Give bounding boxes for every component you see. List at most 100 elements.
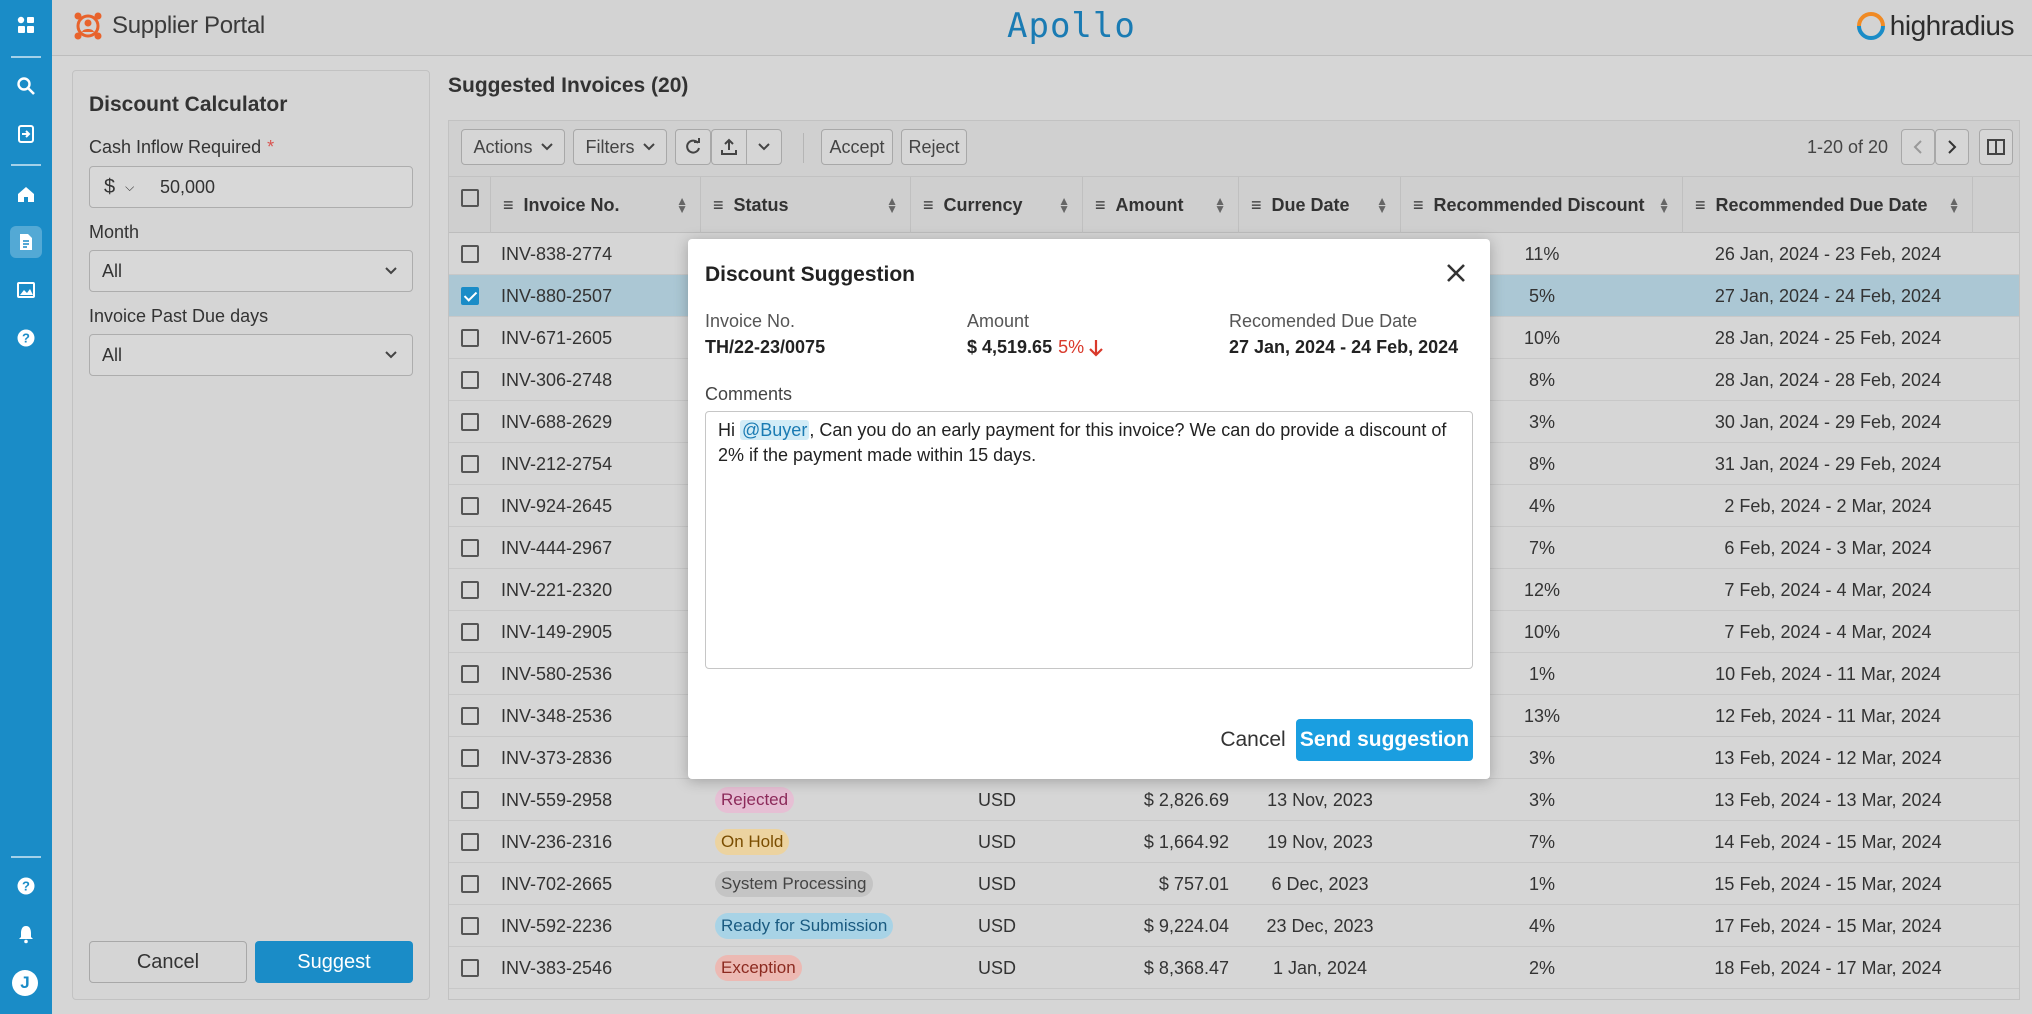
reject-button[interactable]: Reject [901, 129, 967, 165]
select-all-cell [449, 177, 491, 233]
row-checkbox[interactable] [461, 791, 479, 809]
due-date-cell: 1 Jan, 2024 [1239, 947, 1401, 989]
refresh-button[interactable] [675, 129, 711, 165]
dialog-cancel-button[interactable]: Cancel [1208, 719, 1298, 761]
search-icon[interactable] [10, 70, 42, 102]
row-checkbox[interactable] [461, 917, 479, 935]
next-page-button[interactable] [1935, 129, 1969, 165]
highradius-logo: highradius [1856, 10, 2015, 42]
recommended-discount-cell: 1% [1401, 863, 1683, 905]
row-checkbox[interactable] [461, 875, 479, 893]
cash-inflow-input[interactable]: $ ⌵ 50,000 [89, 166, 413, 208]
row-checkbox[interactable] [461, 539, 479, 557]
comments-textarea[interactable]: Hi @Buyer, Can you do an early payment f… [705, 411, 1473, 669]
suggest-button[interactable]: Suggest [255, 941, 413, 983]
help-circle-icon[interactable]: ? [10, 870, 42, 902]
past-due-select[interactable]: All [89, 334, 413, 376]
row-checkbox[interactable] [461, 455, 479, 473]
currency-select[interactable]: $ ⌵ [90, 176, 150, 199]
row-checkbox[interactable] [461, 833, 479, 851]
row-checkbox[interactable] [461, 371, 479, 389]
row-checkbox[interactable] [461, 287, 479, 305]
highradius-logo-icon [1856, 12, 1885, 40]
send-suggestion-button[interactable]: Send suggestion [1296, 719, 1473, 761]
accept-button[interactable]: Accept [821, 129, 893, 165]
invoice-no-cell-text: INV-924-2645 [501, 495, 613, 516]
sort-icon[interactable]: ▲ ▼ [1058, 195, 1070, 215]
table-row[interactable]: INV-559-2958 Rejected USD $ 2,826.69 13 Nov,… [449, 779, 2019, 821]
login-icon[interactable] [10, 118, 42, 150]
document-icon[interactable] [10, 226, 42, 258]
row-checkbox[interactable] [461, 413, 479, 431]
user-avatar[interactable]: J [12, 970, 38, 996]
recommended-due-date-cell-text: 17 Feb, 2024 - 15 Mar, 2024 [1714, 915, 1942, 936]
column-currency[interactable]: ≡ Currency ▲ ▼ [911, 177, 1083, 233]
portal-brand[interactable]: Supplier Portal [72, 10, 265, 42]
sort-icon[interactable]: ▲ ▼ [1376, 195, 1388, 215]
sort-icon[interactable]: ▲ ▼ [886, 195, 898, 215]
recommended-discount-cell-text: 12% [1523, 579, 1561, 600]
invoice-no-cell-text: INV-236-2316 [501, 831, 613, 852]
recommended-due-date-cell: 15 Feb, 2024 - 15 Mar, 2024 [1683, 863, 1973, 905]
invoice-no-cell-text: INV-306-2748 [501, 369, 613, 390]
buyer-mention[interactable]: @Buyer [740, 420, 810, 440]
column-recommended-due-date[interactable]: ≡ Recommended Due Date ▲ ▼ [1683, 177, 1973, 233]
svg-text:?: ? [22, 879, 30, 894]
prev-page-button[interactable] [1901, 129, 1935, 165]
row-checkbox[interactable] [461, 497, 479, 515]
column-recommended-discount[interactable]: ≡ Recommended Discount ▲ ▼ [1401, 177, 1683, 233]
filters-dropdown[interactable]: Filters [573, 129, 667, 165]
column-due-date[interactable]: ≡ Due Date ▲ ▼ [1239, 177, 1401, 233]
export-button[interactable] [711, 129, 747, 165]
sort-icon[interactable]: ▲ ▼ [1214, 195, 1226, 215]
home-icon[interactable] [10, 178, 42, 210]
table-row[interactable]: INV-592-2236 Ready for Submission USD $ 9,2… [449, 905, 2019, 947]
recommended-due-date-cell-text: 14 Feb, 2024 - 15 Mar, 2024 [1714, 831, 1942, 852]
recommended-due-date-cell: 28 Jan, 2024 - 25 Feb, 2024 [1683, 317, 1973, 359]
table-toolbar: Actions Filters Accept Reject 1-20 of 20 [448, 120, 2020, 176]
export-menu-button[interactable] [746, 129, 782, 165]
rail-divider [11, 56, 41, 58]
recommended-discount-cell: 7% [1401, 821, 1683, 863]
currency-cell: USD [911, 821, 1083, 863]
actions-dropdown[interactable]: Actions [461, 129, 565, 165]
columns-toggle-button[interactable] [1979, 129, 2013, 165]
calculator-cancel-button[interactable]: Cancel [89, 941, 247, 983]
close-icon[interactable] [1444, 261, 1468, 285]
currency-cell: USD [911, 779, 1083, 821]
row-checkbox[interactable] [461, 329, 479, 347]
help-icon[interactable]: ? [10, 322, 42, 354]
row-checkbox[interactable] [461, 707, 479, 725]
table-row[interactable]: INV-383-2546 Exception USD $ 8,368.47 1 Jan,… [449, 947, 2019, 989]
amount-value: $ 4,519.65 [967, 337, 1053, 357]
status-cell: Rejected [701, 779, 911, 821]
month-select[interactable]: All [89, 250, 413, 292]
row-checkbox[interactable] [461, 959, 479, 977]
table-row[interactable]: INV-702-2665 System Processing USD $ 757.01… [449, 863, 2019, 905]
recommended-due-date-cell-text: 28 Jan, 2024 - 28 Feb, 2024 [1714, 369, 1942, 390]
arrow-down-icon [1089, 339, 1103, 357]
row-checkbox[interactable] [461, 665, 479, 683]
amount-cell-text: $ 8,368.47 [1143, 957, 1229, 978]
sort-icon[interactable]: ▲ ▼ [1948, 195, 1960, 215]
row-checkbox[interactable] [461, 623, 479, 641]
bell-icon[interactable] [10, 918, 42, 950]
column-invoice-no[interactable]: ≡ Invoice No. ▲ ▼ [491, 177, 701, 233]
select-all-checkbox[interactable] [461, 189, 479, 207]
row-checkbox[interactable] [461, 749, 479, 767]
row-checkbox[interactable] [461, 245, 479, 263]
sort-icon[interactable]: ▲ ▼ [1658, 195, 1670, 215]
recommended-due-date-cell: 7 Feb, 2024 - 4 Mar, 2024 [1683, 611, 1973, 653]
sort-icon[interactable]: ▲ ▼ [676, 195, 688, 215]
recommended-due-date-cell: 12 Feb, 2024 - 11 Mar, 2024 [1683, 695, 1973, 737]
column-amount[interactable]: ≡ Amount ▲ ▼ [1083, 177, 1239, 233]
column-status[interactable]: ≡ Status ▲ ▼ [701, 177, 911, 233]
image-icon[interactable] [10, 274, 42, 306]
apps-icon[interactable] [10, 9, 42, 41]
table-row[interactable]: INV-236-2316 On Hold USD $ 1,664.92 19 Nov, … [449, 821, 2019, 863]
due-date-cell-text: 6 Dec, 2023 [1271, 873, 1369, 894]
invoice-no-cell: INV-348-2536 [491, 695, 701, 737]
supplier-portal-logo-icon [74, 12, 102, 40]
filter-icon: ≡ [1413, 194, 1424, 215]
row-checkbox[interactable] [461, 581, 479, 599]
